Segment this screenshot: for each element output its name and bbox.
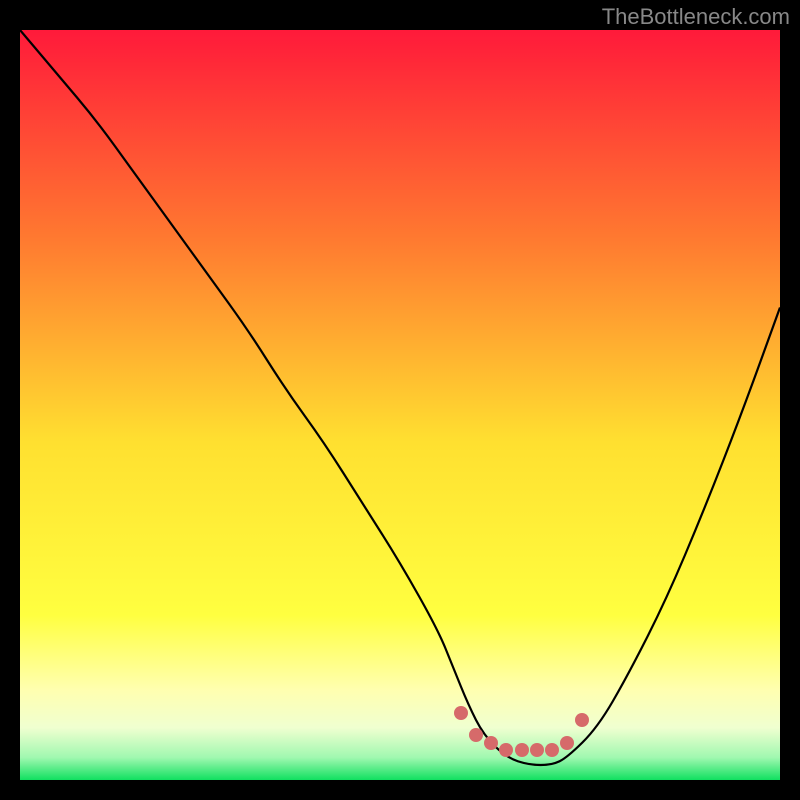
watermark-text: TheBottleneck.com (602, 4, 790, 30)
curve-marker (530, 743, 544, 757)
curve-marker (469, 728, 483, 742)
curve-marker (575, 713, 589, 727)
curve-marker (560, 736, 574, 750)
chart-container: TheBottleneck.com (0, 0, 800, 800)
curve-marker (484, 736, 498, 750)
curve-layer (20, 30, 780, 780)
plot-area (20, 30, 780, 780)
curve-marker (454, 706, 468, 720)
bottleneck-curve (20, 30, 780, 765)
curve-marker (499, 743, 513, 757)
curve-marker (515, 743, 529, 757)
curve-marker (545, 743, 559, 757)
